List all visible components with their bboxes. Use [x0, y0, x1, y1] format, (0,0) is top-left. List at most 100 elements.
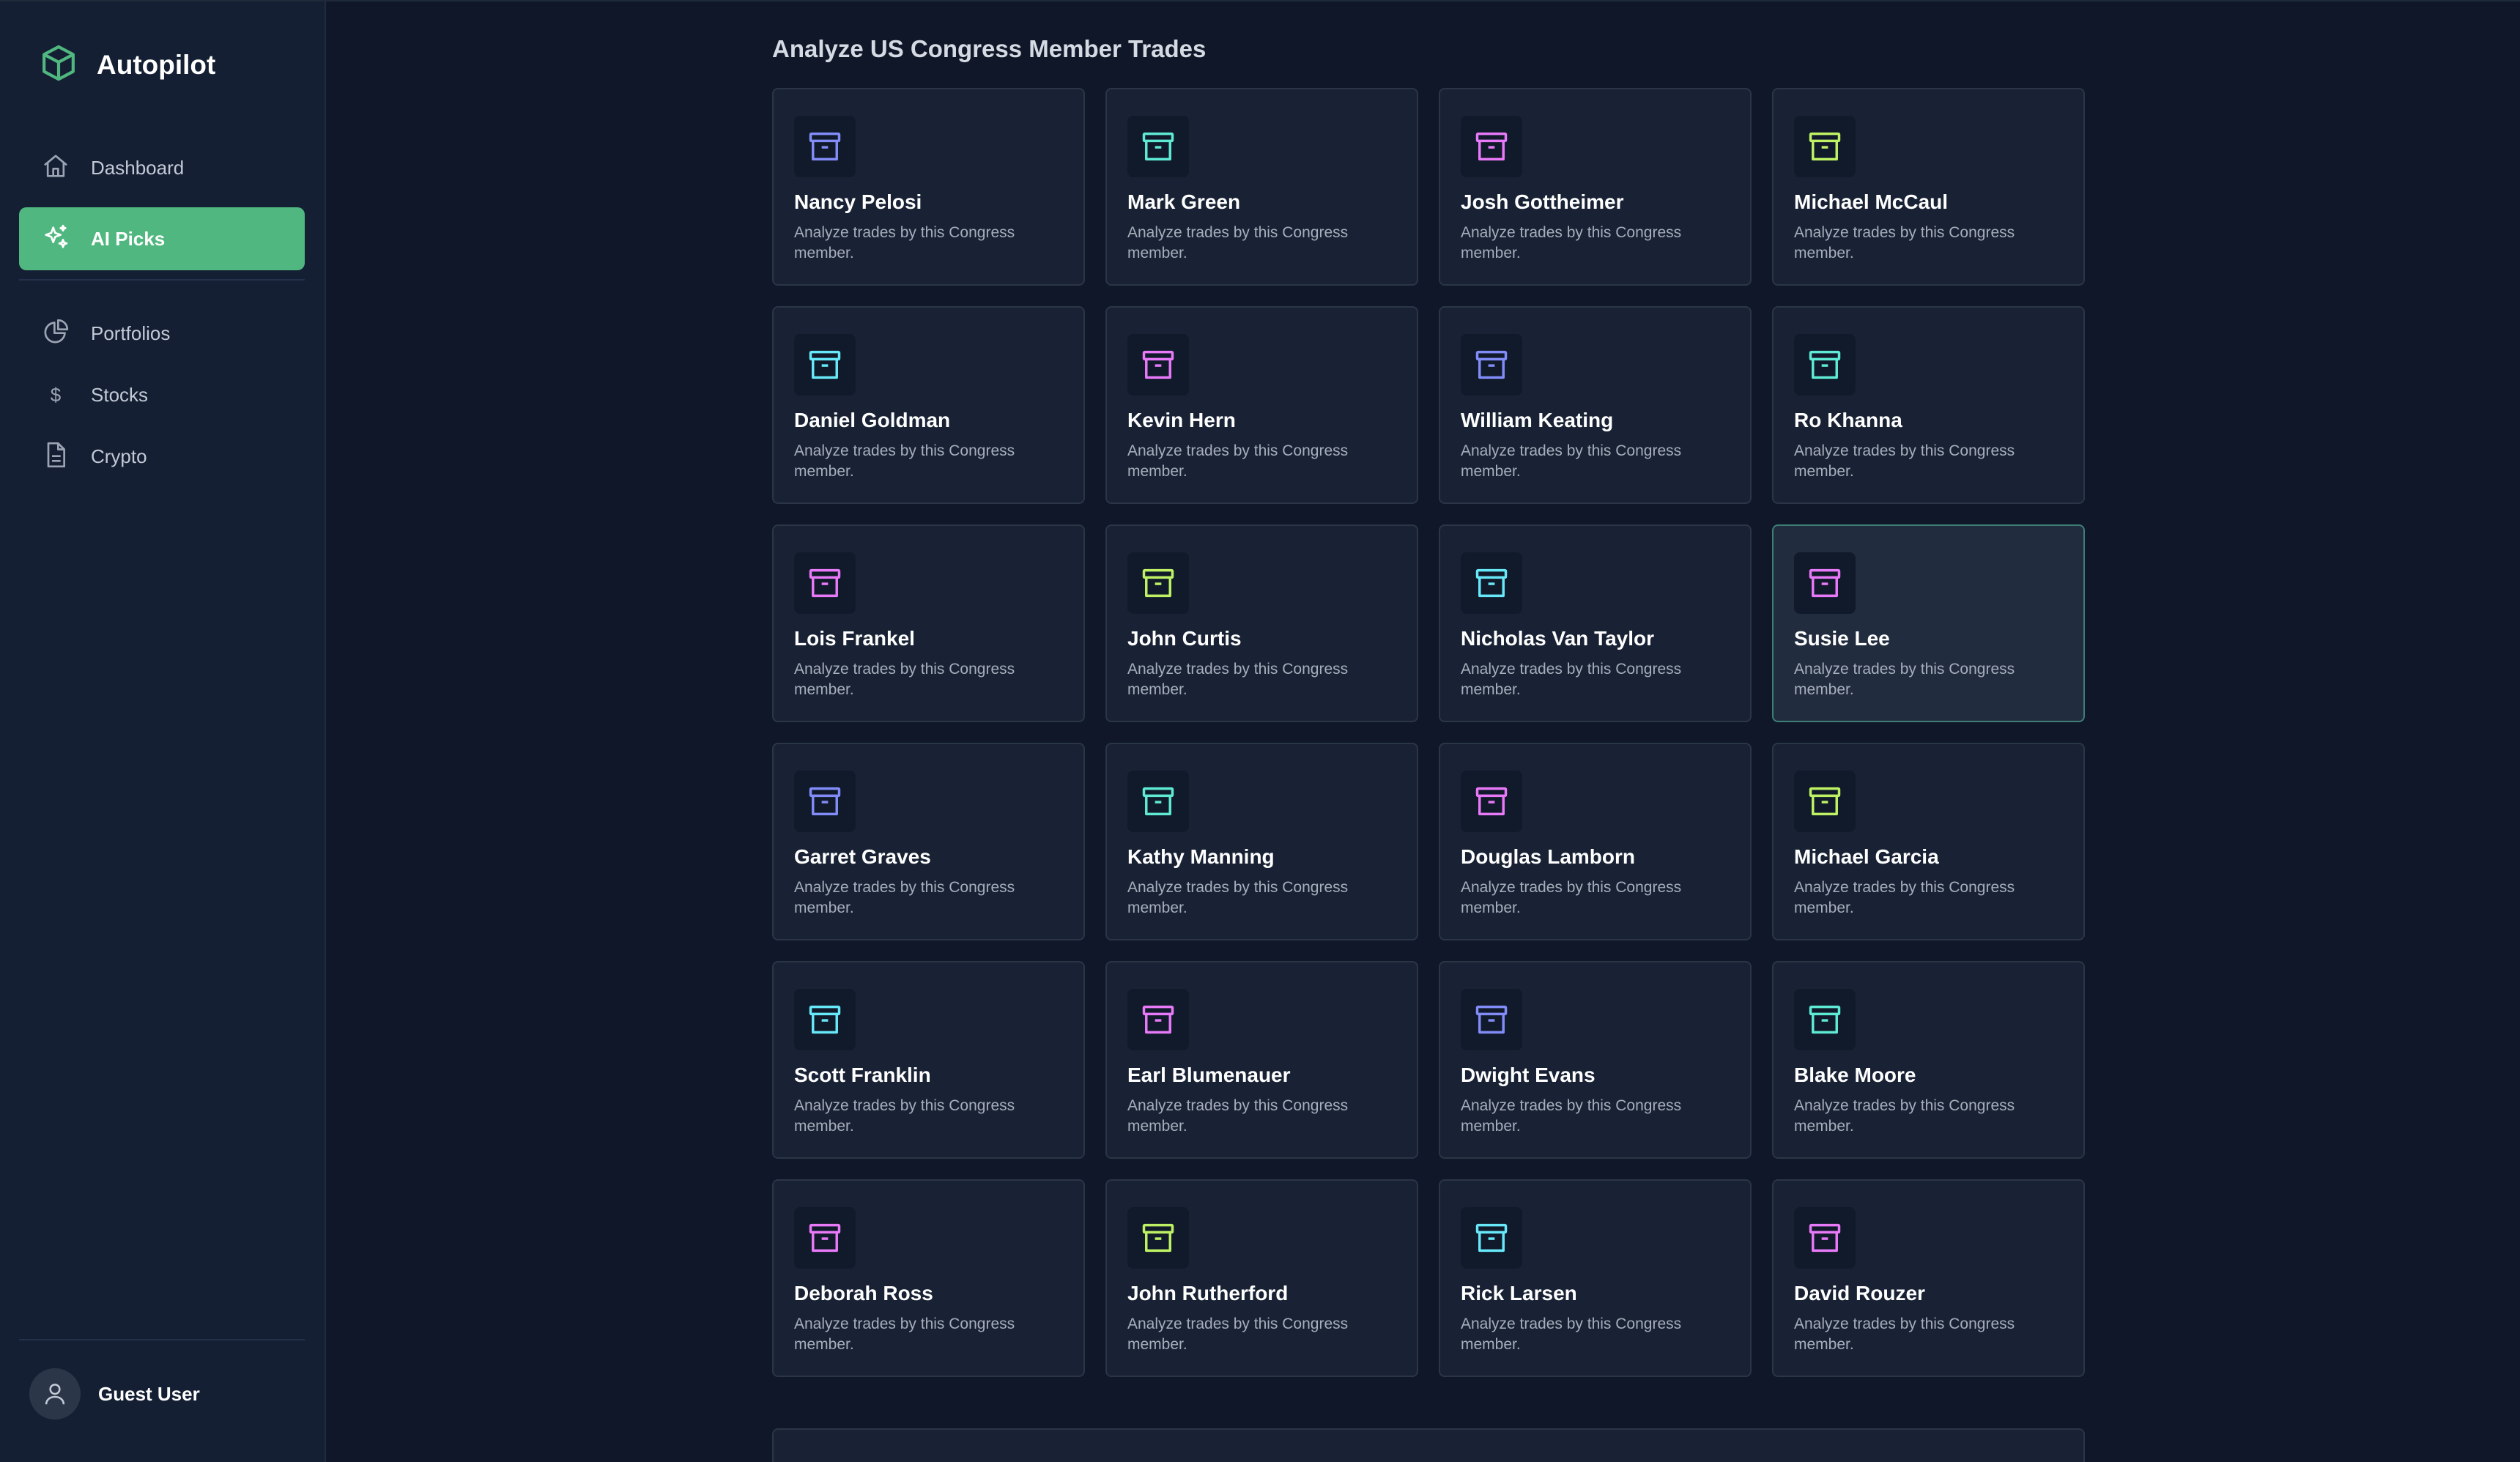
- archive-icon: [1794, 771, 1856, 832]
- member-name: Blake Moore: [1794, 1064, 1916, 1086]
- member-name: David Rouzer: [1794, 1282, 1925, 1305]
- member-card[interactable]: John Rutherford Analyze trades by this Co…: [1105, 1179, 1418, 1377]
- member-name: Rick Larsen: [1461, 1282, 1577, 1305]
- member-name: Nicholas Van Taylor: [1461, 627, 1655, 650]
- sparkles-icon: [41, 223, 70, 256]
- document-icon: [41, 440, 70, 473]
- congress-member-grid: Nancy Pelosi Analyze trades by this Congr…: [772, 88, 2085, 1377]
- member-card[interactable]: Blake Moore Analyze trades by this Congre…: [1772, 961, 2085, 1159]
- member-card[interactable]: Michael Garcia Analyze trades by this Con…: [1772, 743, 2085, 940]
- member-card[interactable]: Ro Khanna Analyze trades by this Congress…: [1772, 306, 2085, 504]
- user-name: Guest User: [98, 1382, 200, 1405]
- member-description: Analyze trades by this Congress member.: [1461, 1097, 1682, 1135]
- member-name: Michael Garcia: [1794, 845, 1939, 868]
- archive-icon: [1127, 116, 1189, 177]
- member-card[interactable]: Douglas Lamborn Analyze trades by this Co…: [1439, 743, 1752, 940]
- member-description: Analyze trades by this Congress member.: [794, 1097, 1015, 1135]
- member-description: Analyze trades by this Congress member.: [1127, 661, 1349, 698]
- archive-icon: [1127, 334, 1189, 396]
- archive-icon: [1794, 552, 1856, 614]
- archive-icon: [1794, 334, 1856, 396]
- member-card[interactable]: David Rouzer Analyze trades by this Congr…: [1772, 1179, 2085, 1377]
- member-name: John Rutherford: [1127, 1282, 1289, 1305]
- archive-icon: [794, 116, 856, 177]
- archive-icon: [1461, 116, 1522, 177]
- user-profile[interactable]: Guest User: [29, 1368, 200, 1420]
- archive-icon: [1127, 552, 1189, 614]
- archive-icon: [1461, 1207, 1522, 1269]
- member-card[interactable]: Scott Franklin Analyze trades by this Con…: [772, 961, 1085, 1159]
- sidebar-item-crypto[interactable]: Crypto: [19, 425, 305, 488]
- user-icon: [45, 1384, 65, 1405]
- member-card[interactable]: Daniel Goldman Analyze trades by this Con…: [772, 306, 1085, 504]
- sidebar-divider: [19, 279, 305, 281]
- page-title: Analyze US Congress Member Trades: [772, 35, 1207, 62]
- member-card[interactable]: Josh Gottheimer Analyze trades by this Co…: [1439, 88, 1752, 286]
- member-description: Analyze trades by this Congress member.: [794, 1316, 1015, 1353]
- sidebar-item-label: Dashboard: [91, 156, 185, 179]
- member-card[interactable]: Dwight Evans Analyze trades by this Congr…: [1439, 961, 1752, 1159]
- member-card[interactable]: Kathy Manning Analyze trades by this Cong…: [1105, 743, 1418, 940]
- member-description: Analyze trades by this Congress member.: [794, 224, 1015, 261]
- sidebar: Autopilot Dashboard AI Picks Portfolios …: [0, 1, 326, 1462]
- member-name: Douglas Lamborn: [1461, 845, 1636, 868]
- member-description: Analyze trades by this Congress member.: [1127, 1316, 1349, 1353]
- archive-icon: [1461, 771, 1522, 832]
- member-name: Nancy Pelosi: [794, 190, 922, 213]
- member-card[interactable]: John Curtis Analyze trades by this Congre…: [1105, 524, 1418, 722]
- member-card[interactable]: Nicholas Van Taylor Analyze trades by thi…: [1439, 524, 1752, 722]
- sidebar-item-label: AI Picks: [91, 227, 166, 250]
- member-name: Daniel Goldman: [794, 409, 951, 431]
- member-name: Earl Blumenauer: [1127, 1064, 1291, 1086]
- member-description: Analyze trades by this Congress member.: [1127, 442, 1349, 480]
- sidebar-item-stocks[interactable]: $ Stocks: [19, 363, 305, 426]
- member-card[interactable]: Lois Frankel Analyze trades by this Congr…: [772, 524, 1085, 722]
- member-name: Scott Franklin: [794, 1064, 931, 1086]
- member-name: Mark Green: [1127, 190, 1241, 213]
- archive-icon: [1127, 989, 1189, 1050]
- sidebar-item-portfolios[interactable]: Portfolios: [19, 302, 305, 365]
- member-card[interactable]: Earl Blumenauer Analyze trades by this Co…: [1105, 961, 1418, 1159]
- member-card[interactable]: Kevin Hern Analyze trades by this Congres…: [1105, 306, 1418, 504]
- member-description: Analyze trades by this Congress member.: [1461, 661, 1682, 698]
- member-name: William Keating: [1461, 409, 1614, 431]
- member-card[interactable]: William Keating Analyze trades by this Co…: [1439, 306, 1752, 504]
- member-name: Josh Gottheimer: [1461, 190, 1624, 213]
- cube-logo-icon: [38, 42, 79, 87]
- member-name: Susie Lee: [1794, 627, 1890, 650]
- member-description: Analyze trades by this Congress member.: [1461, 879, 1682, 916]
- avatar: [29, 1368, 81, 1420]
- member-name: Kevin Hern: [1127, 409, 1236, 431]
- archive-icon: [1461, 334, 1522, 396]
- member-card[interactable]: Michael McCaul Analyze trades by this Con…: [1772, 88, 2085, 286]
- sidebar-item-dashboard[interactable]: Dashboard: [19, 136, 305, 199]
- archive-icon: [1127, 1207, 1189, 1269]
- member-card[interactable]: Susie Lee Analyze trades by this Congress…: [1772, 524, 2085, 722]
- home-icon: [41, 152, 70, 185]
- member-name: John Curtis: [1127, 627, 1242, 650]
- archive-icon: [794, 1207, 856, 1269]
- member-description: Analyze trades by this Congress member.: [1127, 879, 1349, 916]
- archive-icon: [1794, 1207, 1856, 1269]
- archive-icon: [794, 552, 856, 614]
- member-description: Analyze trades by this Congress member.: [1794, 1316, 2015, 1353]
- archive-icon: [1461, 552, 1522, 614]
- member-card[interactable]: Garret Graves Analyze trades by this Cong…: [772, 743, 1085, 940]
- member-name: Kathy Manning: [1127, 845, 1275, 868]
- member-card[interactable]: Rick Larsen Analyze trades by this Congre…: [1439, 1179, 1752, 1377]
- member-description: Analyze trades by this Congress member.: [1127, 224, 1349, 261]
- archive-icon: [1794, 989, 1856, 1050]
- archive-icon: [794, 334, 856, 396]
- sidebar-item-ai-picks[interactable]: AI Picks: [19, 207, 305, 270]
- member-description: Analyze trades by this Congress member.: [1794, 661, 2015, 698]
- brand[interactable]: Autopilot: [38, 42, 215, 87]
- member-card[interactable]: Mark Green Analyze trades by this Congres…: [1105, 88, 1418, 286]
- member-card[interactable]: Nancy Pelosi Analyze trades by this Congr…: [772, 88, 1085, 286]
- member-name: Garret Graves: [794, 845, 931, 868]
- archive-icon: [794, 771, 856, 832]
- member-description: Analyze trades by this Congress member.: [1461, 442, 1682, 480]
- member-card[interactable]: Deborah Ross Analyze trades by this Congr…: [772, 1179, 1085, 1377]
- archive-icon: [1461, 989, 1522, 1050]
- member-description: Analyze trades by this Congress member.: [794, 879, 1015, 916]
- sidebar-item-label: Stocks: [91, 383, 149, 406]
